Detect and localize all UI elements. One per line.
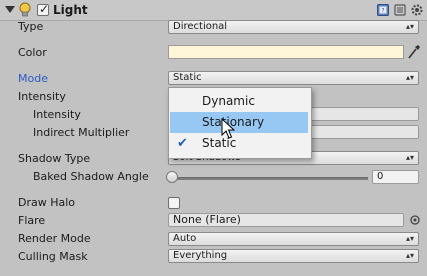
- render-mode-value: Auto: [173, 233, 197, 244]
- dropdown-arrows-icon: ▴▾: [405, 22, 414, 31]
- eyedropper-icon[interactable]: [407, 44, 421, 60]
- indirect-multiplier-field[interactable]: [300, 125, 419, 139]
- object-picker-icon[interactable]: [409, 214, 421, 226]
- gear-icon[interactable]: [410, 3, 424, 17]
- baked-shadow-angle-label: Baked Shadow Angle: [33, 170, 149, 183]
- checkmark-icon: ✔: [177, 136, 188, 151]
- color-label: Color: [18, 46, 47, 59]
- culling-mask-value: Everything: [173, 250, 228, 261]
- dropdown-arrows-icon: ▴▾: [405, 234, 414, 243]
- mode-label: Mode: [18, 72, 48, 85]
- mode-dropdown-menu: Dynamic Stationary ✔ Static: [168, 87, 312, 159]
- intensity-label: Intensity: [33, 108, 81, 121]
- intensity-header-label: Intensity: [18, 90, 66, 103]
- flare-label: Flare: [18, 214, 46, 227]
- render-mode-dropdown[interactable]: Auto ▴▾: [168, 232, 419, 246]
- menu-item-stationary[interactable]: Stationary: [170, 112, 308, 133]
- component-enabled-checkbox[interactable]: ✓: [37, 2, 50, 16]
- checkmark-icon: ✓: [39, 2, 50, 16]
- shadow-type-label: Shadow Type: [18, 152, 91, 165]
- type-value: Directional: [173, 21, 228, 32]
- menu-item-label: Dynamic: [202, 94, 255, 108]
- preset-icon[interactable]: [393, 3, 407, 17]
- intensity-field[interactable]: [300, 107, 419, 121]
- color-swatch[interactable]: [168, 45, 404, 59]
- render-mode-label: Render Mode: [18, 232, 91, 245]
- slider-thumb[interactable]: [166, 171, 178, 183]
- flare-object-field[interactable]: None (Flare): [168, 213, 404, 227]
- dropdown-arrows-icon: ▴▾: [405, 251, 414, 260]
- baked-shadow-angle-field[interactable]: 0: [372, 170, 419, 184]
- foldout-arrow-icon[interactable]: [5, 6, 15, 13]
- culling-mask-dropdown[interactable]: Everything ▴▾: [168, 249, 419, 263]
- dropdown-arrows-icon: ▴▾: [405, 73, 414, 82]
- menu-item-static[interactable]: ✔ Static: [170, 133, 308, 154]
- culling-mask-label: Culling Mask: [18, 250, 88, 263]
- dropdown-arrows-icon: ▴▾: [405, 153, 414, 162]
- draw-halo-checkbox[interactable]: [168, 197, 180, 209]
- draw-halo-label: Draw Halo: [18, 196, 76, 209]
- component-title: Light: [53, 3, 88, 17]
- mouse-cursor-icon: [221, 118, 235, 139]
- slider-track[interactable]: [172, 177, 368, 180]
- type-label: Type: [18, 20, 44, 33]
- help-book-icon[interactable]: ?: [376, 3, 390, 17]
- mode-value: Static: [173, 72, 202, 83]
- mode-dropdown[interactable]: Static ▴▾: [168, 71, 419, 85]
- indirect-multiplier-label: Indirect Multiplier: [33, 126, 130, 139]
- light-bulb-icon: [19, 2, 31, 17]
- menu-item-dynamic[interactable]: Dynamic: [170, 91, 308, 112]
- svg-text:?: ?: [381, 8, 384, 15]
- type-dropdown[interactable]: Directional ▴▾: [168, 20, 419, 34]
